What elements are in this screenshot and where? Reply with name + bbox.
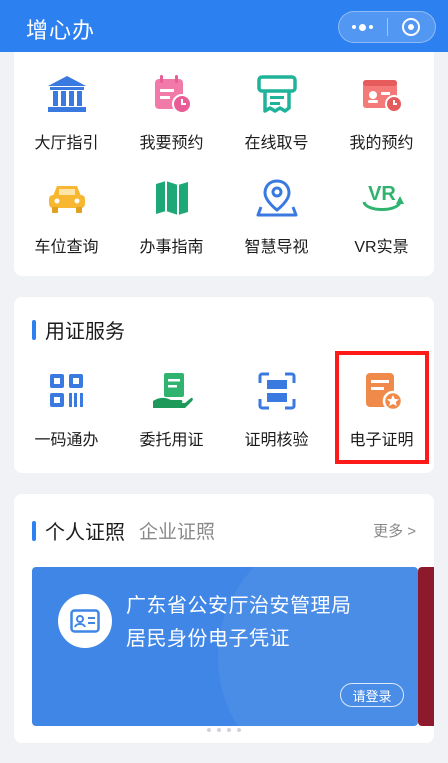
grid-item-hall-guide[interactable]: 大厅指引 [14,72,119,153]
grid-item-online-ticket[interactable]: 在线取号 [224,72,329,153]
carousel-pager [14,728,434,732]
section-title: 用证服务 [32,315,125,344]
more-link[interactable]: 更多 > [373,520,416,541]
grid-item-make-appointment[interactable]: 我要预约 [119,72,224,153]
grid-item-label: VR实景 [354,239,409,256]
section-title-text: 用证服务 [45,321,125,343]
grid-item-label: 证明核验 [244,432,309,449]
credential-name: 居民身份电子凭证 [126,628,290,650]
id-card-clock-icon [360,72,404,116]
grid-item-label: 委托用证 [139,432,204,449]
grid-item-entrust[interactable]: 委托用证 [119,369,224,450]
pager-dot [227,728,231,732]
services-card: 大厅指引 我要预约 在线取号 我的预约 车位查询 办事指南 智慧导视 VR VR… [14,52,434,276]
credential-tabs: 个人证照 企业证照 [32,516,215,545]
title-accent-bar [32,319,36,340]
top-bar: 增心办 [0,0,448,52]
grid-item-label: 车位查询 [34,239,99,256]
map-icon [150,176,194,220]
tab-enterprise[interactable]: 企业证照 [139,517,215,544]
mini-program-capsule [338,11,436,43]
vr-icon: VR [360,176,404,220]
ticket-machine-icon [255,72,299,116]
pager-dot [207,728,211,732]
cert-services-card: 用证服务 一码通办 委托用证 证明核验 电子证明 [14,297,434,473]
id-credential-card[interactable]: 广东省公安厅治安管理局 居民身份电子凭证 请登录 [32,567,418,726]
highlight-box [335,351,429,464]
pager-dot [217,728,221,732]
login-button[interactable]: 请登录 [340,683,404,707]
svg-text:VR: VR [368,183,396,205]
hand-document-icon [150,369,194,413]
id-card-icon [58,594,112,648]
car-icon [45,176,89,220]
grid-item-label: 在线取号 [244,135,309,152]
bank-building-icon [45,72,89,116]
grid-item-one-code[interactable]: 一码通办 [14,369,119,450]
grid-item-vr-view[interactable]: VR VR实景 [329,176,434,257]
next-card-peek[interactable] [418,567,434,726]
close-mini-program-button[interactable] [388,12,436,42]
grid-item-label: 智慧导视 [244,239,309,256]
grid-item-label: 我的预约 [349,135,414,152]
title-accent-bar [32,520,36,541]
app-title: 增心办 [26,18,96,43]
more-dots-icon [352,23,374,31]
qr-code-icon [45,369,89,413]
target-circle-icon [402,18,421,36]
grid-item-verify[interactable]: 证明核验 [224,369,329,450]
grid-item-label: 我要预约 [139,135,204,152]
grid-item-label: 一码通办 [34,432,99,449]
calendar-clock-icon [150,72,194,116]
grid-item-smart-navigation[interactable]: 智慧导视 [224,176,329,257]
pager-dot [237,728,241,732]
grid-item-label: 大厅指引 [34,135,99,152]
tab-personal[interactable]: 个人证照 [45,516,125,545]
location-pin-icon [255,176,299,220]
scan-verify-icon [255,369,299,413]
credential-issuer: 广东省公安厅治安管理局 [126,595,352,617]
grid-item-service-guide[interactable]: 办事指南 [119,176,224,257]
grid-item-label: 办事指南 [139,239,204,256]
credentials-card: 个人证照 企业证照 更多 > 广东省公安厅治安管理局 居民身份电子凭证 请登录 [14,494,434,743]
more-menu-button[interactable] [339,12,387,42]
grid-item-parking[interactable]: 车位查询 [14,176,119,257]
grid-item-my-appointments[interactable]: 我的预约 [329,72,434,153]
